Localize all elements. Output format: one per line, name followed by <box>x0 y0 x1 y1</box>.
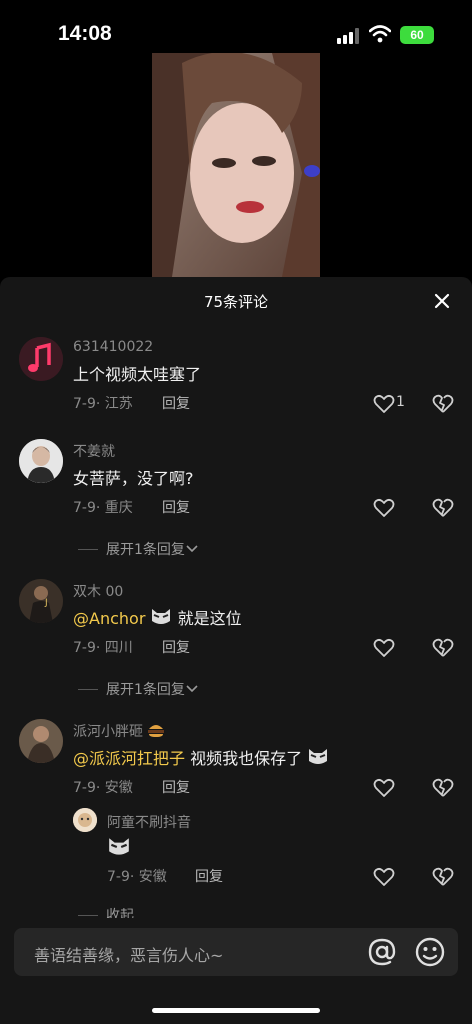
reply-button[interactable]: 回复 <box>162 777 190 797</box>
svg-text:J: J <box>44 598 48 608</box>
avatar[interactable]: J <box>19 579 63 623</box>
reply-username[interactable]: 阿童不刷抖音 <box>107 812 191 832</box>
comment-meta: 7-9· 重庆 <box>73 500 133 516</box>
comment-text: 上个视频太哇塞了 <box>73 365 202 384</box>
battery-icon: 60 <box>400 26 434 44</box>
cat-emoji-icon <box>152 609 171 624</box>
comment-input-bar: 善语结善缘，恶言伤人心~ <box>0 918 472 1024</box>
comment-meta: 7-9· 四川 <box>73 640 133 656</box>
cellular-signal-icon <box>337 28 359 44</box>
comment-input-placeholder: 善语结善缘，恶言伤人心~ <box>34 946 224 965</box>
comment-location: 江苏 <box>104 396 133 412</box>
comment-date: 7-9 <box>73 396 96 412</box>
comment-username[interactable]: 双木 00 <box>73 581 123 601</box>
comment-location: 安徽 <box>104 780 133 796</box>
heart-icon[interactable] <box>373 778 395 798</box>
expand-replies-button[interactable]: 展开1条回复 <box>78 539 199 559</box>
reply-button[interactable]: 回复 <box>195 866 223 886</box>
avatar[interactable] <box>19 439 63 483</box>
broken-heart-icon[interactable] <box>432 866 454 888</box>
comment-username-text: 派河小胖砸 <box>73 724 143 740</box>
comment-text: 女菩萨，没了啊? <box>73 469 194 488</box>
comment-username[interactable]: 派河小胖砸 <box>73 721 165 741</box>
heart-icon[interactable] <box>373 394 395 414</box>
comments-count-title: 75条评论 <box>203 293 269 311</box>
emoji-icon[interactable] <box>414 936 446 968</box>
expand-replies-button[interactable]: 展开1条回复 <box>78 679 199 699</box>
reply-button[interactable]: 回复 <box>162 393 190 413</box>
broken-heart-icon[interactable] <box>432 777 454 799</box>
comment-username[interactable]: 631410022 <box>73 339 153 355</box>
comment-date: 7-9 <box>73 780 96 796</box>
reply-location: 安徽 <box>138 869 167 885</box>
like-count: 1 <box>396 394 405 410</box>
music-note-icon <box>19 337 63 381</box>
reply-date: 7-9 <box>107 869 130 885</box>
avatar[interactable] <box>19 719 63 763</box>
comment-text: @派派河扛把子 视频我也保存了 <box>73 745 329 769</box>
reply-meta: 7-9· 安徽 <box>107 869 167 885</box>
mention-link[interactable]: @Anchor <box>73 609 145 628</box>
wifi-icon <box>369 25 391 43</box>
close-icon[interactable] <box>430 289 454 313</box>
comment-meta: 7-9· 江苏 <box>73 396 133 412</box>
heart-icon[interactable] <box>373 498 395 518</box>
divider <box>78 548 98 550</box>
mention-link[interactable]: @派派河扛把子 <box>73 749 185 768</box>
expand-replies-label: 展开1条回复 <box>106 542 185 558</box>
cat-emoji-icon <box>309 749 328 764</box>
broken-heart-icon[interactable] <box>432 637 454 659</box>
burger-emoji-icon <box>148 725 165 737</box>
chevron-down-icon <box>186 685 198 693</box>
divider <box>78 914 98 916</box>
comment-username[interactable]: 不姜就 <box>73 441 115 461</box>
avatar[interactable] <box>19 337 63 381</box>
comment-date: 7-9 <box>73 500 96 516</box>
avatar-image: J <box>19 579 63 623</box>
avatar-image <box>19 439 63 483</box>
comment-meta: 7-9· 安徽 <box>73 780 133 796</box>
reply-button[interactable]: 回复 <box>162 637 190 657</box>
broken-heart-icon[interactable] <box>432 393 454 415</box>
avatar-image <box>73 808 97 832</box>
comment-location: 重庆 <box>104 500 133 516</box>
comment-text-body: 视频我也保存了 <box>185 749 303 768</box>
video-preview[interactable] <box>152 53 320 277</box>
comments-panel: 75条评论 631410022 上个视频太哇塞了 7-9· 江苏 回复 1 不姜… <box>0 277 472 1024</box>
status-time: 14:08 <box>58 22 112 45</box>
avatar[interactable] <box>73 808 97 832</box>
video-frame-image <box>152 53 320 277</box>
comment-input[interactable]: 善语结善缘，恶言伤人心~ <box>14 928 458 976</box>
chevron-down-icon <box>186 545 198 553</box>
home-indicator[interactable] <box>152 1008 320 1013</box>
broken-heart-icon[interactable] <box>432 497 454 519</box>
reply-button[interactable]: 回复 <box>162 497 190 517</box>
expand-replies-label: 展开1条回复 <box>106 682 185 698</box>
mention-at-icon[interactable] <box>366 936 398 968</box>
heart-icon[interactable] <box>373 638 395 658</box>
comment-text-body: 就是这位 <box>177 609 242 628</box>
comment-text: @Anchor 就是这位 <box>73 605 242 629</box>
comment-date: 7-9 <box>73 640 96 656</box>
avatar-image <box>19 719 63 763</box>
comment-location: 四川 <box>104 640 133 656</box>
heart-icon[interactable] <box>373 867 395 887</box>
divider <box>78 688 98 690</box>
cat-emoji-icon <box>109 838 129 855</box>
